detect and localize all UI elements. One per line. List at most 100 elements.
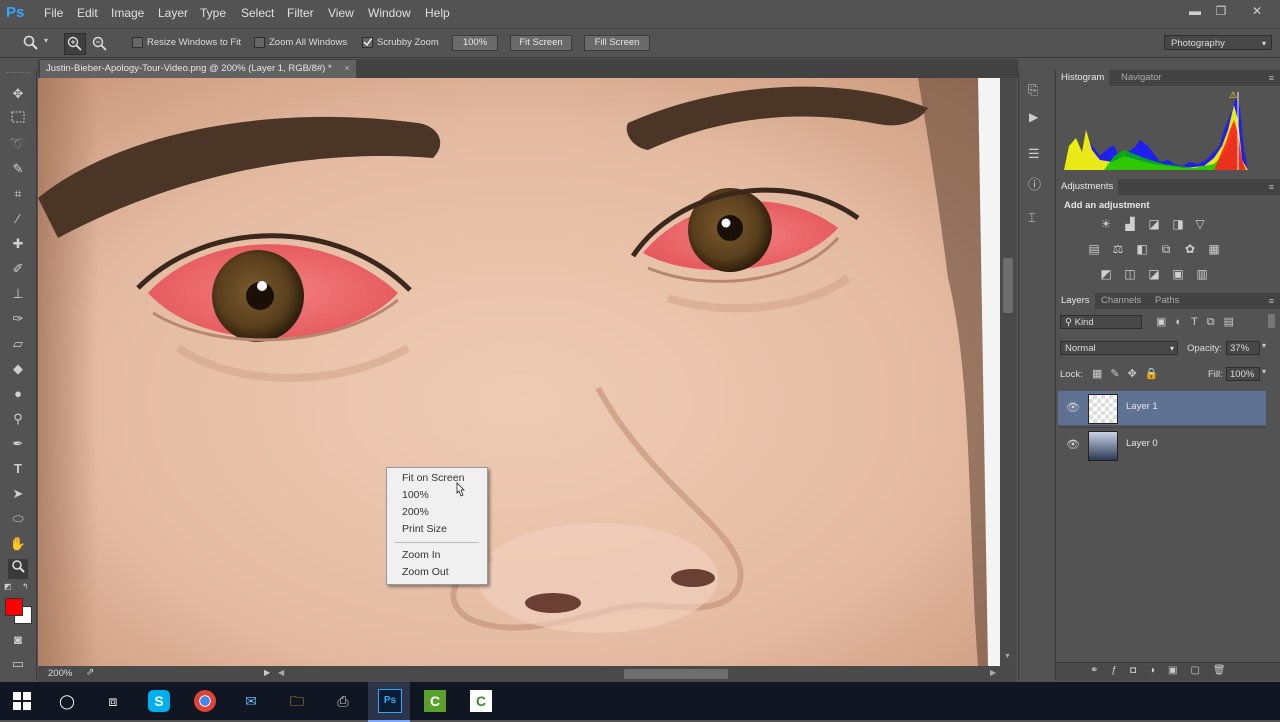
- layer-row-layer-0[interactable]: 👁 Layer 0: [1058, 427, 1266, 462]
- black-white-icon[interactable]: ◧: [1134, 242, 1150, 256]
- posterize-icon[interactable]: ◫: [1122, 267, 1138, 281]
- fit-screen-button[interactable]: Fit Screen: [510, 35, 572, 51]
- task-view-icon[interactable]: ⧈: [102, 690, 124, 712]
- foreground-color-swatch[interactable]: [5, 598, 23, 616]
- menu-item-zoom-in[interactable]: Zoom In: [402, 549, 441, 561]
- panel-menu-icon[interactable]: ≡: [1269, 179, 1274, 195]
- restore-button[interactable]: ❐: [1210, 3, 1232, 19]
- clone-stamp-tool-icon[interactable]: ⊥: [8, 284, 28, 304]
- default-colors-icon[interactable]: ◩: [4, 582, 12, 591]
- tab-channels[interactable]: Channels: [1096, 293, 1146, 309]
- lasso-tool-icon[interactable]: ➰: [8, 134, 28, 154]
- curves-icon[interactable]: ◪: [1146, 217, 1162, 231]
- hand-tool-icon[interactable]: ✋: [8, 534, 28, 554]
- properties-panel-icon[interactable]: ☰: [1028, 146, 1040, 162]
- scroll-right-icon[interactable]: ▶: [990, 668, 996, 677]
- opacity-input[interactable]: 37%: [1226, 341, 1260, 355]
- tab-paths[interactable]: Paths: [1150, 293, 1184, 309]
- levels-icon[interactable]: ▟: [1122, 217, 1138, 231]
- zoom-all-checkbox[interactable]: [254, 37, 265, 48]
- scrubby-zoom-checkbox[interactable]: [362, 37, 373, 48]
- menu-select[interactable]: Select: [241, 0, 274, 26]
- file-explorer-icon[interactable]: 🗀: [286, 690, 308, 712]
- quick-mask-icon[interactable]: ◙: [8, 630, 28, 650]
- info-panel-icon[interactable]: ⓘ: [1028, 174, 1041, 193]
- eye-icon[interactable]: 👁: [1066, 438, 1080, 452]
- horizontal-scroll-thumb[interactable]: [624, 669, 728, 679]
- zoom-tool-icon[interactable]: [8, 559, 28, 579]
- quick-selection-tool-icon[interactable]: ✎: [8, 159, 28, 179]
- fill-input[interactable]: 100%: [1226, 367, 1260, 381]
- panel-menu-icon[interactable]: ≡: [1269, 293, 1274, 309]
- menu-layer[interactable]: Layer: [158, 0, 188, 26]
- layer-actions-icons[interactable]: ⚭ƒ◘◑▣▢🗑: [1090, 665, 1239, 676]
- workspace-select[interactable]: Photography ▾: [1164, 35, 1272, 50]
- color-lookup-icon[interactable]: ▦: [1206, 242, 1222, 256]
- close-tab-icon[interactable]: ×: [344, 63, 350, 74]
- layer-name[interactable]: Layer 0: [1126, 438, 1158, 449]
- warning-icon[interactable]: ⚠: [1229, 90, 1237, 101]
- exposure-icon[interactable]: ◨: [1170, 217, 1186, 231]
- menu-help[interactable]: Help: [425, 0, 450, 26]
- hue-saturation-icon[interactable]: ▤: [1086, 242, 1102, 256]
- paragraph-panel-icon[interactable]: ⌶: [1028, 210, 1036, 226]
- vertical-scrollbar[interactable]: ▼: [1000, 78, 1016, 666]
- menu-edit[interactable]: Edit: [77, 0, 98, 26]
- preset-dropdown-icon[interactable]: ▾: [44, 36, 48, 45]
- menu-view[interactable]: View: [328, 0, 354, 26]
- share-icon[interactable]: ⇗: [86, 667, 94, 678]
- threshold-icon[interactable]: ◪: [1146, 267, 1162, 281]
- marquee-tool-icon[interactable]: [8, 109, 28, 129]
- brightness-contrast-icon[interactable]: ☀: [1098, 217, 1114, 231]
- cortana-icon[interactable]: ◯: [56, 690, 78, 712]
- document-canvas[interactable]: [38, 78, 1000, 666]
- menu-image[interactable]: Image: [111, 0, 144, 26]
- history-brush-tool-icon[interactable]: ✑: [8, 309, 28, 329]
- panel-menu-icon[interactable]: ≡: [1269, 70, 1274, 86]
- screen-mode-icon[interactable]: ▭: [8, 654, 28, 674]
- menu-item-zoom-out[interactable]: Zoom Out: [402, 566, 449, 578]
- document-tab[interactable]: Justin-Bieber-Apology-Tour-Video.png @ 2…: [40, 60, 356, 78]
- ellipse-tool-icon[interactable]: ⬭: [8, 509, 28, 529]
- brush-tool-icon[interactable]: ✐: [8, 259, 28, 279]
- type-tool-icon[interactable]: T: [8, 459, 28, 479]
- tab-layers[interactable]: Layers: [1056, 293, 1095, 309]
- tab-navigator[interactable]: Navigator: [1116, 70, 1167, 86]
- eyedropper-tool-icon[interactable]: ⁄: [8, 209, 28, 229]
- zoom-100-button[interactable]: 100%: [452, 35, 498, 51]
- minimize-button[interactable]: ▬: [1184, 3, 1206, 19]
- close-button[interactable]: ✕: [1246, 3, 1268, 19]
- menu-type[interactable]: Type: [200, 0, 226, 26]
- filter-type-icons[interactable]: ▣◐T⧉▤: [1156, 315, 1243, 329]
- resize-windows-checkbox[interactable]: [132, 37, 143, 48]
- scroll-left-icon[interactable]: ◀: [278, 668, 284, 677]
- panel-grip[interactable]: [6, 72, 30, 77]
- history-panel-icon[interactable]: ⎘: [1028, 82, 1038, 98]
- scroll-down-icon[interactable]: ▼: [1004, 653, 1011, 660]
- zoom-in-icon[interactable]: [64, 33, 86, 55]
- blur-tool-icon[interactable]: ●: [8, 384, 28, 404]
- menu-item-100[interactable]: 100%: [402, 489, 429, 501]
- tab-adjustments[interactable]: Adjustments: [1056, 179, 1119, 195]
- dodge-tool-icon[interactable]: ⚲: [8, 409, 28, 429]
- eraser-tool-icon[interactable]: ▱: [8, 334, 28, 354]
- color-balance-icon[interactable]: ⚖: [1110, 242, 1126, 256]
- opacity-dropdown-icon[interactable]: ▾: [1262, 341, 1266, 350]
- lock-icons[interactable]: ▦✎✥🔒: [1092, 367, 1167, 380]
- zoom-tool-preset-icon[interactable]: [22, 34, 40, 52]
- menu-file[interactable]: File: [44, 0, 63, 26]
- menu-item-print-size[interactable]: Print Size: [402, 523, 447, 535]
- vibrance-icon[interactable]: ▽: [1192, 217, 1208, 231]
- swap-colors-icon[interactable]: ↰: [22, 582, 29, 591]
- channel-mixer-icon[interactable]: ✿: [1182, 242, 1198, 256]
- crop-tool-icon[interactable]: ⌗: [8, 184, 28, 204]
- gradient-map-icon[interactable]: ▥: [1194, 267, 1210, 281]
- actions-panel-icon[interactable]: ▶: [1029, 110, 1038, 124]
- blend-mode-select[interactable]: Normal ▾: [1060, 341, 1178, 355]
- skype-icon[interactable]: S: [148, 690, 170, 712]
- photoshop-taskbar-button[interactable]: Ps: [368, 682, 410, 722]
- menu-item-200[interactable]: 200%: [402, 506, 429, 518]
- layer-name[interactable]: Layer 1: [1126, 401, 1158, 412]
- menu-window[interactable]: Window: [368, 0, 411, 26]
- vertical-scroll-thumb[interactable]: [1003, 258, 1013, 313]
